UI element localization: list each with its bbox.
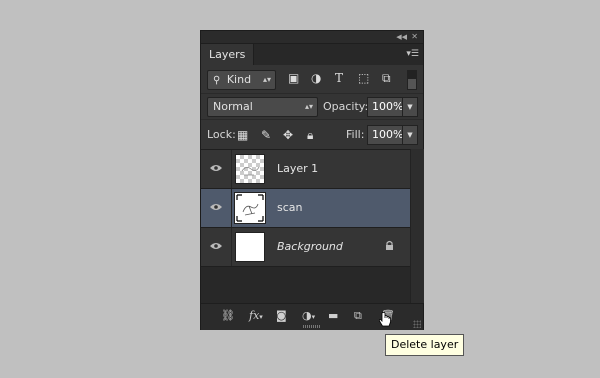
blend-mode-value: Normal [213, 100, 253, 113]
fx-label: fx [249, 309, 260, 322]
blend-row: Normal ▴▾ Opacity: 100% ▼ [201, 93, 423, 118]
filter-toggle-switch[interactable] [407, 70, 417, 90]
visibility-eye-icon[interactable] [201, 228, 232, 266]
layers-scrollbar[interactable] [410, 149, 424, 303]
lock-row: Lock: ▦ ✎ ✥ 🔒︎ Fill: 100% ▼ [201, 119, 423, 150]
resize-handle[interactable] [413, 320, 421, 328]
layers-panel: ◀◀ ✕ Layers ▾☰ ⚲ Kind ▴▾ ▣ ◑ T ⬚ ⧉ Norma… [200, 30, 424, 330]
mask-icon[interactable]: ◙ [276, 309, 287, 323]
link-icon[interactable]: ⛓ [221, 309, 235, 323]
image-filter-icon[interactable]: ▣ [288, 70, 299, 86]
lock-all-icon[interactable]: 🔒︎ [307, 128, 313, 142]
layer-name: scan [277, 201, 303, 214]
tab-layers[interactable]: Layers [201, 44, 254, 65]
group-folder-icon[interactable]: ▬ [328, 309, 338, 323]
opacity-input[interactable]: 100% [367, 97, 403, 117]
shape-filter-icon[interactable]: ⬚ [358, 70, 369, 86]
layer-thumbnail [235, 154, 265, 184]
lock-pixels-brush-icon[interactable]: ✎ [261, 128, 271, 142]
double-chevron-left-icon[interactable]: ◀◀ [396, 31, 407, 43]
fx-icon[interactable]: fx▾ [249, 309, 263, 324]
layer-row-layer-1[interactable]: Layer 1 [201, 150, 410, 189]
hand-pointer-cursor-icon [378, 311, 392, 331]
fill-label: Fill: [346, 128, 365, 141]
blend-mode-dropdown[interactable]: Normal ▴▾ [207, 97, 318, 117]
opacity-label: Opacity: [323, 100, 369, 113]
opacity-flyout-button[interactable]: ▼ [402, 97, 418, 117]
fill-flyout-button[interactable]: ▼ [402, 125, 418, 145]
lock-transparency-icon[interactable]: ▦ [237, 128, 248, 142]
tooltip-delete-layer: Delete layer [385, 334, 465, 356]
smart-object-filter-icon[interactable]: ⧉ [382, 70, 391, 86]
type-filter-icon[interactable]: T [335, 70, 343, 86]
layer-thumbnail [235, 232, 265, 262]
panel-tab-row: Layers ▾☰ [201, 44, 423, 65]
layer-name: Background [277, 240, 343, 253]
visibility-eye-icon[interactable] [201, 189, 232, 227]
panel-top-strip: ◀◀ ✕ [201, 31, 423, 44]
adjustment-filter-icon[interactable]: ◑ [311, 70, 321, 86]
layer-thumbnail [234, 192, 266, 224]
layers-list: Layer 1 scan Background [201, 149, 410, 304]
close-icon[interactable]: ✕ [411, 31, 418, 43]
layer-name: Layer 1 [277, 162, 319, 175]
search-icon: ⚲ [213, 75, 221, 86]
layer-row-scan[interactable]: scan [201, 189, 410, 228]
filter-row: ⚲ Kind ▴▾ ▣ ◑ T ⬚ ⧉ [201, 65, 423, 93]
updown-caret-icon: ▴▾ [304, 102, 313, 111]
filter-kind-dropdown[interactable]: ⚲ Kind ▴▾ [207, 70, 276, 90]
drag-grip[interactable] [303, 325, 321, 328]
filter-kind-label: Kind [226, 73, 252, 86]
lock-label: Lock: [207, 128, 236, 141]
adjustment-layer-icon[interactable]: ◑▾ [302, 309, 315, 324]
new-layer-icon[interactable]: ⧉ [354, 309, 362, 323]
visibility-eye-icon[interactable] [201, 150, 232, 188]
lock-icon [385, 240, 394, 254]
fill-input[interactable]: 100% [367, 125, 403, 145]
lock-position-move-icon[interactable]: ✥ [283, 128, 293, 142]
layer-row-background[interactable]: Background [201, 228, 410, 267]
panel-menu-icon[interactable]: ▾☰ [406, 48, 419, 60]
updown-caret-icon: ▴▾ [262, 75, 271, 84]
